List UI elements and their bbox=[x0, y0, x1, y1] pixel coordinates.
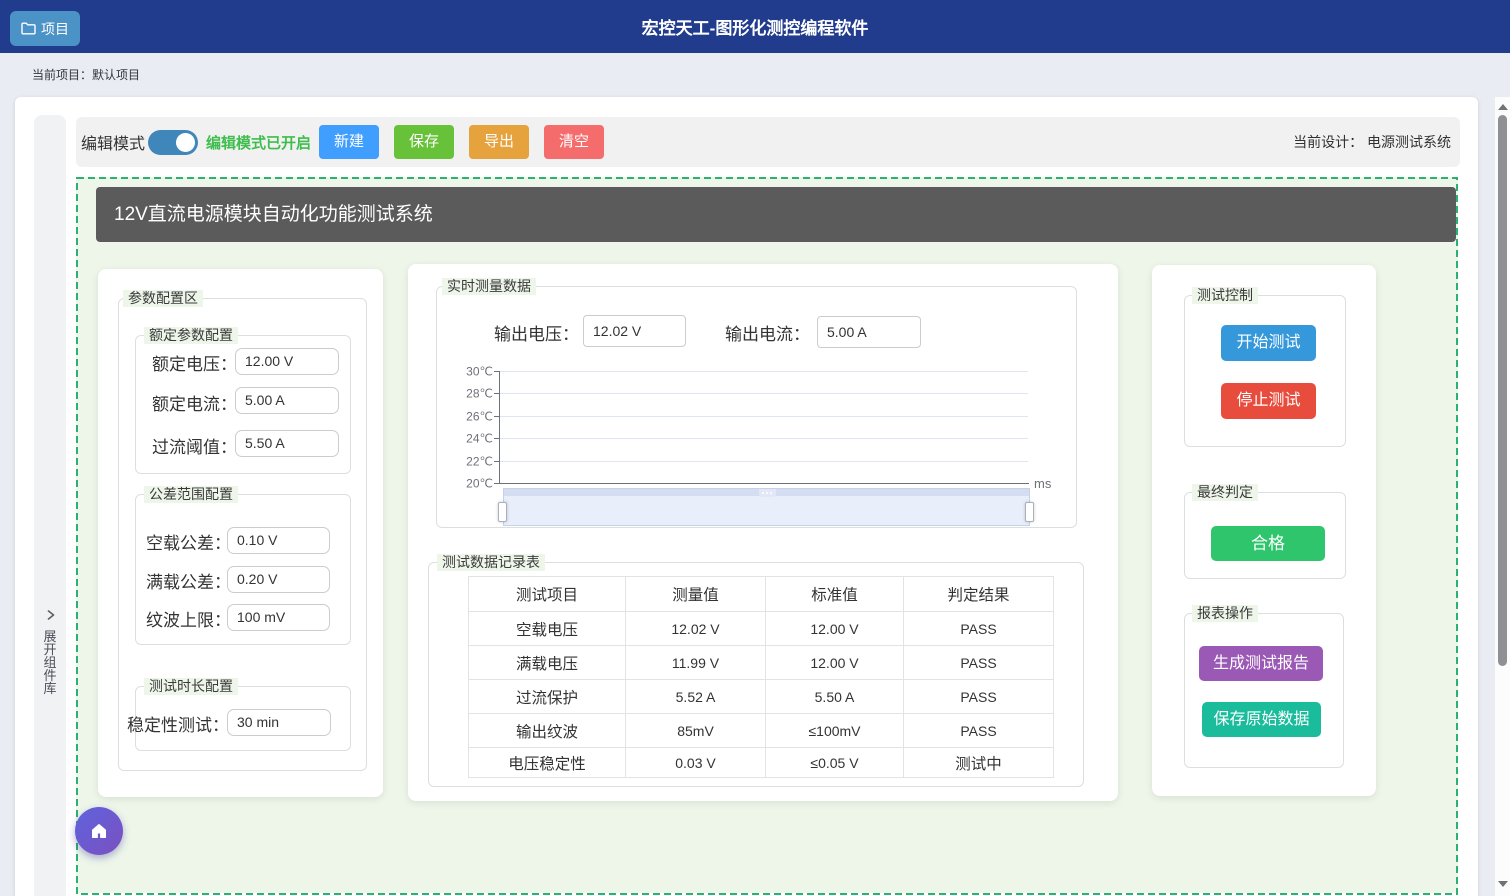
svg-text:28℃: 28℃ bbox=[466, 387, 493, 401]
svg-text:30℃: 30℃ bbox=[466, 365, 493, 379]
svg-text:26℃: 26℃ bbox=[466, 410, 493, 424]
svg-text:20℃: 20℃ bbox=[466, 477, 493, 491]
svg-text:24℃: 24℃ bbox=[466, 432, 493, 446]
svg-text:ms: ms bbox=[1034, 476, 1052, 491]
svg-text:22℃: 22℃ bbox=[466, 455, 493, 469]
